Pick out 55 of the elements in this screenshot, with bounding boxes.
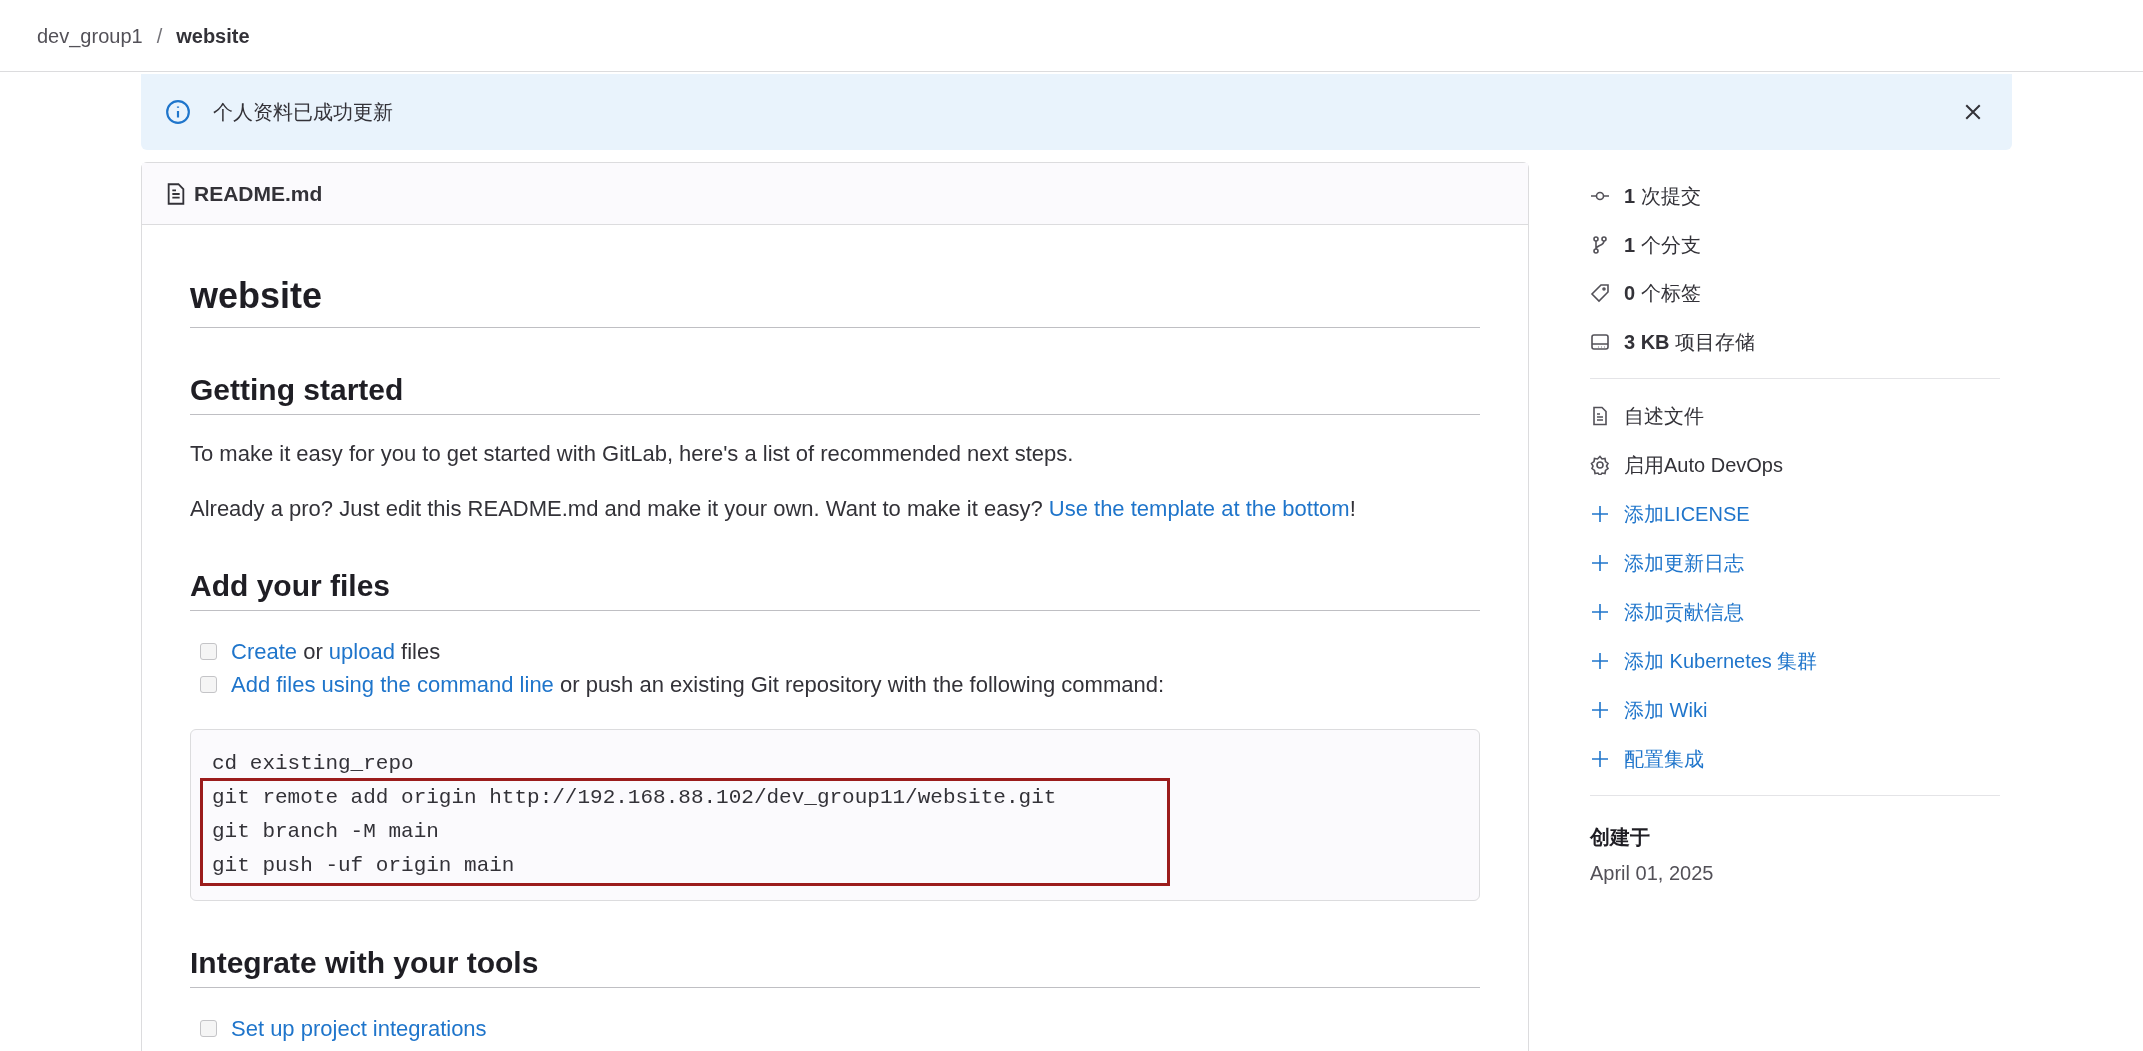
created-label: 创建于: [1590, 825, 1651, 850]
sidebar-action[interactable]: 添加 Kubernetes 集群: [1590, 636, 2000, 685]
checkbox[interactable]: [200, 676, 217, 693]
plus-icon: [1590, 650, 1610, 671]
sidebar-action[interactable]: 配置集成: [1590, 734, 2000, 783]
stat-link[interactable]: 1 次提交: [1590, 172, 2000, 221]
sidebar-action[interactable]: 添加 Wiki: [1590, 685, 2000, 734]
code-line: git remote add origin http://192.168.88.102/dev_group11/website.git: [211, 785, 1058, 811]
text: Already a pro? Just edit this README.md and make it your own. Want to make it easy?: [190, 496, 1044, 521]
plus-icon: [1590, 552, 1610, 573]
branch-icon: [1590, 234, 1610, 255]
sidebar-action[interactable]: 添加更新日志: [1590, 538, 2000, 587]
code-line: git push -uf origin main: [211, 853, 516, 879]
text: !: [1349, 496, 1356, 521]
heading: Integrate with your tools: [190, 946, 539, 979]
sidebar-action[interactable]: 启用Auto DevOps: [1590, 440, 2000, 489]
text: or push an existing Git repository with the following command:: [558, 672, 1165, 697]
link[interactable]: Set up project integrations: [231, 1016, 487, 1041]
stat-link[interactable]: 3 KB 项目存储: [1590, 317, 2000, 366]
breadcrumb-separator: /: [156, 23, 163, 49]
code-line: git branch -M main: [211, 819, 440, 845]
alert-message: 个人资料已成功更新: [213, 100, 394, 125]
heading: website: [190, 275, 323, 316]
plus-icon: [1590, 699, 1610, 720]
sidebar-action[interactable]: 自述文件: [1590, 391, 2000, 440]
text: or: [302, 639, 324, 664]
link[interactable]: Use the template at the bottom: [1048, 496, 1350, 521]
heading: Add your files: [190, 569, 391, 602]
heading: Getting started: [190, 373, 404, 406]
stat-link[interactable]: 0 个标签: [1590, 269, 2000, 318]
info-icon: [165, 99, 191, 125]
text: To make it easy for you to get started with GitLab, here's a list of recommended next steps.: [190, 441, 1074, 466]
tag-icon: [1590, 283, 1610, 304]
sidebar-action[interactable]: 添加LICENSE: [1590, 489, 2000, 538]
file-icon: [1590, 405, 1610, 426]
file-icon: [166, 182, 186, 205]
link[interactable]: Create: [231, 639, 298, 664]
stat-link[interactable]: 1 个分支: [1590, 220, 2000, 269]
link[interactable]: upload: [328, 639, 395, 664]
breadcrumb-link[interactable]: website: [176, 20, 250, 51]
checkbox[interactable]: [200, 1020, 217, 1037]
settings-icon: [1590, 454, 1610, 475]
text: files: [400, 639, 441, 664]
file-name: README.md: [194, 180, 323, 207]
plus-icon: [1590, 601, 1610, 622]
code-line: cd existing_repo: [211, 751, 415, 777]
breadcrumb-link[interactable]: dev_group1: [37, 20, 143, 51]
plus-icon: [1590, 503, 1610, 524]
storage-icon: [1590, 331, 1610, 352]
link[interactable]: Add files using the command line: [231, 672, 554, 697]
checkbox[interactable]: [200, 643, 217, 660]
sidebar-action[interactable]: 添加贡献信息: [1590, 587, 2000, 636]
close-icon: [1964, 103, 1982, 121]
created-date: April 01, 2025: [1590, 861, 1715, 886]
plus-icon: [1590, 748, 1610, 769]
